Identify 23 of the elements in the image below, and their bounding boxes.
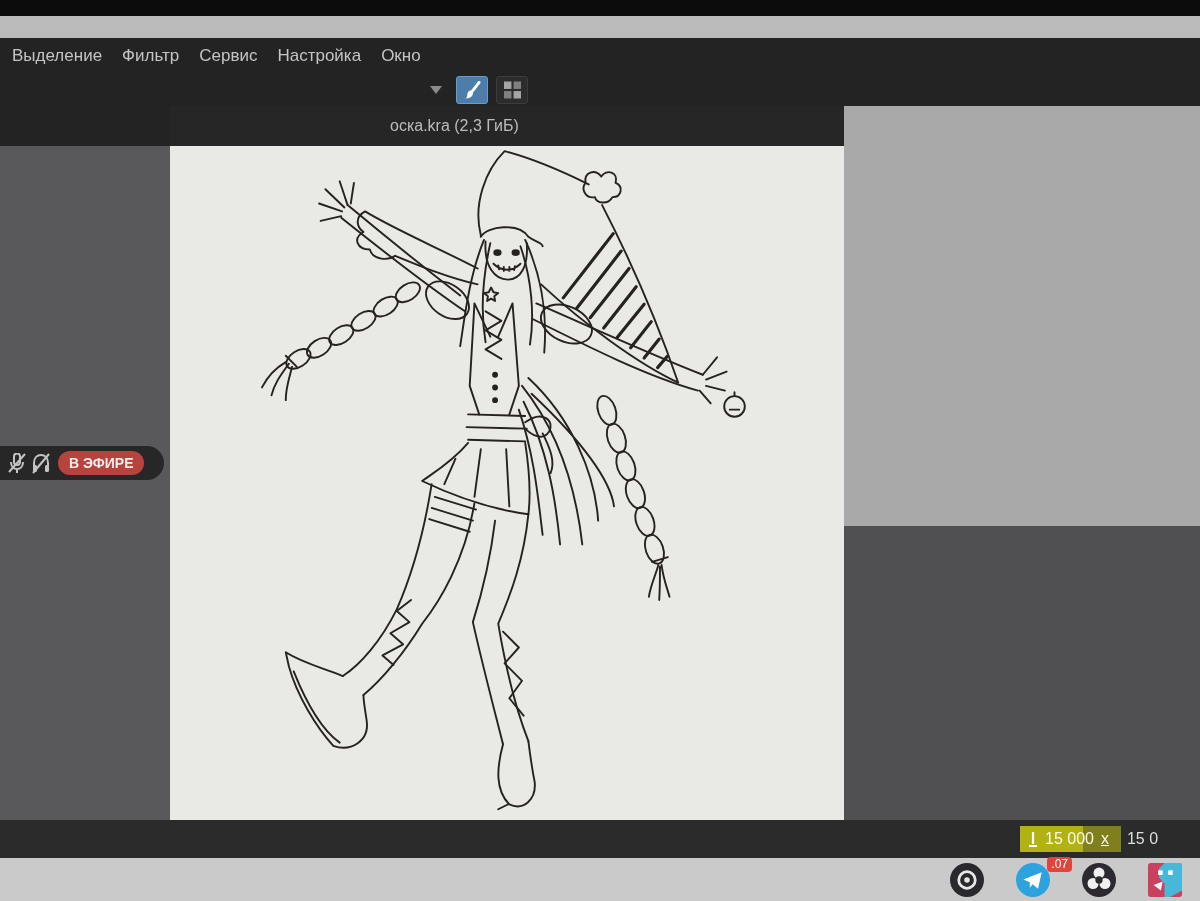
canvas-width-value: 15 000 — [1045, 829, 1094, 849]
document-tab[interactable]: оска.kra (2,3 ГиБ) — [390, 116, 519, 136]
toolbar-button[interactable] — [496, 76, 528, 104]
menu-item[interactable]: Фильтр — [122, 45, 180, 67]
menu-item[interactable]: Окно — [381, 45, 421, 67]
microphone-icon[interactable] — [8, 452, 26, 474]
swirl-icon[interactable] — [1082, 862, 1116, 897]
squares-icon — [503, 81, 521, 99]
menu-item[interactable]: Сервис — [199, 45, 258, 67]
menu-item[interactable]: Выделение — [12, 45, 103, 67]
size-field[interactable]: 15 000 x — [1020, 826, 1121, 852]
headphones-icon[interactable] — [32, 452, 50, 474]
round-app-icon[interactable] — [950, 862, 984, 897]
menu-item[interactable]: Настройка — [277, 45, 362, 67]
size-separator: x — [1100, 829, 1109, 849]
live-badge: В ЭФИРЕ — [58, 451, 145, 475]
toolbar-button[interactable] — [456, 76, 488, 104]
pixel-tile-icon[interactable] — [1148, 862, 1182, 897]
brush-icon — [463, 81, 481, 99]
paper-plane-icon[interactable] — [1016, 862, 1050, 897]
canvas-height-value: 15 0 — [1126, 829, 1159, 849]
caret-icon[interactable] — [430, 86, 442, 94]
size-icon — [1028, 831, 1038, 847]
